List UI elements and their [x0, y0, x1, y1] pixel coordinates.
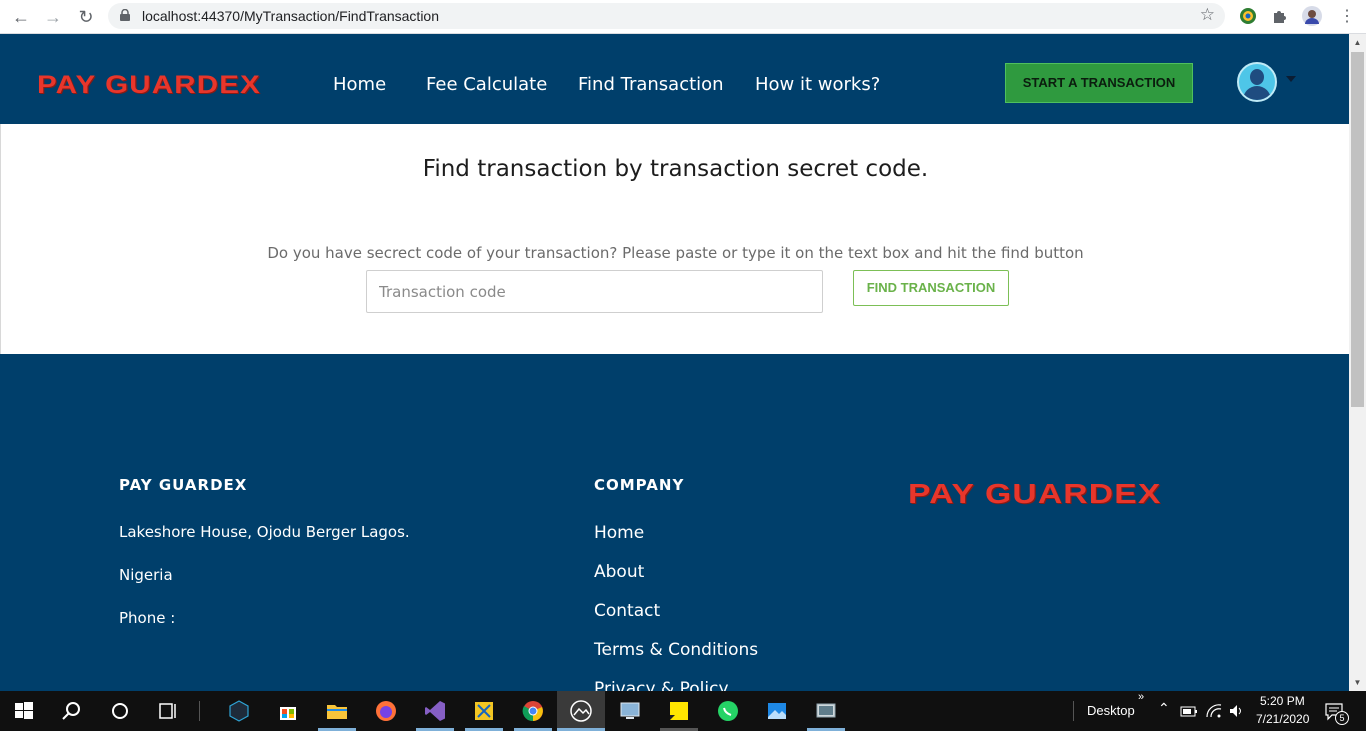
snipping-tool-icon[interactable] [472, 699, 496, 723]
footer-phone: Phone : [119, 609, 176, 627]
header-logo[interactable]: PAY GUARDEX [37, 71, 261, 100]
nav-how-it-works[interactable]: How it works? [755, 74, 880, 95]
page-title: Find transaction by transaction secret c… [422, 156, 929, 182]
browser-toolbar: ← → ↻ localhost:44370/MyTransaction/Find… [0, 0, 1366, 34]
user-avatar[interactable] [1237, 62, 1277, 102]
site-footer: PAY GUARDEX Lakeshore House, Ojodu Berge… [0, 354, 1349, 699]
extensions-puzzle-icon[interactable] [1270, 6, 1290, 26]
clock-date[interactable]: 7/21/2020 [1256, 712, 1309, 726]
task-view-icon[interactable] [156, 699, 180, 723]
toolbar-expand-icon[interactable]: » [1138, 691, 1144, 703]
show-hidden-icons-icon[interactable]: ⌃ [1158, 700, 1170, 717]
footer-brand-heading: PAY GUARDEX [119, 476, 248, 494]
remote-desktop-icon[interactable] [618, 699, 642, 723]
start-transaction-button[interactable]: START A TRANSACTION [1005, 63, 1193, 103]
whatsapp-icon[interactable] [716, 699, 740, 723]
footer-link-contact[interactable]: Contact [594, 601, 660, 621]
visual-studio-icon[interactable] [423, 699, 447, 723]
desktop-toolbar-label[interactable]: Desktop [1087, 703, 1135, 718]
find-transaction-section: Find transaction by transaction secret c… [0, 124, 1349, 354]
image-viewer-icon[interactable] [765, 699, 789, 723]
nav-find-transaction[interactable]: Find Transaction [578, 74, 724, 95]
firefox-icon[interactable] [374, 699, 398, 723]
address-bar[interactable]: localhost:44370/MyTransaction/FindTransa… [108, 3, 1225, 29]
footer-link-about[interactable]: About [594, 562, 644, 582]
forward-arrow-icon[interactable]: → [41, 5, 65, 29]
notification-count-badge: 5 [1335, 711, 1349, 725]
site-header: PAY GUARDEX Home Fee Calculate Find Tran… [0, 34, 1349, 124]
scroll-thumb[interactable] [1351, 52, 1364, 407]
taskbar-divider [199, 701, 200, 721]
find-transaction-button[interactable]: FIND TRANSACTION [853, 270, 1009, 306]
photos-icon[interactable] [569, 699, 593, 723]
taskbar-divider-right [1073, 701, 1074, 721]
url-text: localhost:44370/MyTransaction/FindTransa… [142, 8, 440, 24]
bookmark-star-icon[interactable]: ☆ [1200, 5, 1215, 25]
instruction-text: Do you have secrect code of your transac… [267, 244, 1084, 262]
browser-menu-icon[interactable]: ⋮ [1335, 5, 1359, 29]
extension-globe-icon[interactable] [1238, 6, 1258, 26]
footer-link-terms[interactable]: Terms & Conditions [594, 640, 758, 660]
caret-down-icon[interactable] [1286, 76, 1296, 82]
page-scrollbar[interactable]: ▲ ▼ [1349, 34, 1366, 691]
nox-app-icon[interactable] [227, 699, 251, 723]
file-explorer-icon[interactable] [325, 699, 349, 723]
search-icon[interactable] [60, 699, 84, 723]
scroll-down-arrow-icon[interactable]: ▼ [1349, 674, 1366, 691]
chrome-icon[interactable] [521, 699, 545, 723]
transaction-code-input[interactable] [366, 270, 823, 313]
windows-start-icon[interactable] [12, 699, 36, 723]
sticky-notes-icon[interactable] [667, 699, 691, 723]
wifi-icon[interactable] [1205, 703, 1223, 719]
volume-icon[interactable] [1228, 703, 1246, 719]
control-panel-icon[interactable] [814, 699, 838, 723]
scroll-up-arrow-icon[interactable]: ▲ [1349, 34, 1366, 51]
avatar-head [1250, 69, 1264, 85]
battery-icon[interactable] [1180, 703, 1198, 719]
nav-home[interactable]: Home [333, 74, 386, 95]
store-bag-icon[interactable] [276, 699, 300, 723]
footer-logo: PAY GUARDEX [908, 478, 1162, 509]
lock-icon [120, 9, 130, 21]
footer-country: Nigeria [119, 566, 173, 584]
footer-address: Lakeshore House, Ojodu Berger Lagos. [119, 523, 410, 541]
nav-fee-calculate[interactable]: Fee Calculate [426, 74, 547, 95]
profile-avatar-icon[interactable] [1302, 6, 1322, 26]
reload-icon[interactable]: ↻ [74, 5, 98, 29]
avatar-body [1243, 86, 1271, 100]
footer-company-heading: COMPANY [594, 476, 685, 494]
clock-time[interactable]: 5:20 PM [1260, 694, 1305, 708]
cortana-icon[interactable] [108, 699, 132, 723]
windows-taskbar: Desktop » ⌃ 5:20 PM 7/21/2020 5 [0, 691, 1366, 731]
footer-link-home[interactable]: Home [594, 523, 644, 543]
back-arrow-icon[interactable]: ← [9, 5, 33, 29]
